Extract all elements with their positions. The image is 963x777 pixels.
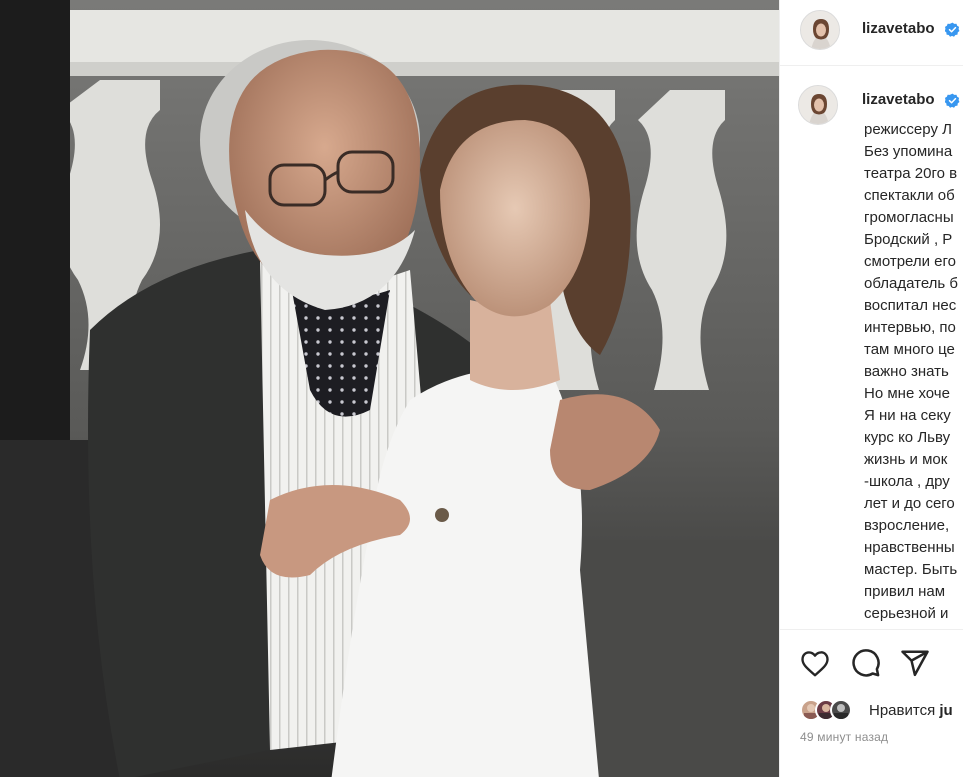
caption-line: лет и до сего (864, 495, 955, 512)
caption-line: Но мне хоче (864, 385, 950, 402)
caption-line: нравственны (864, 539, 955, 556)
caption-line: воспитал нес (864, 297, 957, 314)
caption-username[interactable]: lizavetabo (862, 91, 935, 108)
post-header: lizavetabo (780, 0, 963, 66)
liker-name[interactable]: ju (939, 702, 952, 719)
post-photo[interactable] (0, 0, 779, 777)
avatar-image (799, 86, 837, 124)
caption-line: Я ни на секу (864, 407, 951, 424)
caption-line: привил нам (864, 583, 946, 600)
caption-line: там много це (864, 341, 955, 358)
post-timestamp[interactable]: 49 минут назад (800, 730, 888, 744)
caption-line: серьезной и (864, 605, 949, 622)
caption-line: -школа , дру (864, 473, 950, 490)
caption-line: театра 20го в (864, 165, 958, 182)
caption-line: важно знать (864, 363, 949, 380)
verified-badge-icon (945, 93, 960, 108)
likes-text: Нравится ju (869, 702, 953, 719)
caption-line: взросление, (864, 517, 950, 534)
avatar-image (801, 11, 839, 49)
caption-avatar[interactable] (798, 85, 838, 125)
avatar[interactable] (800, 10, 840, 50)
post-actions: Нравится ju 49 минут назад (780, 629, 963, 777)
caption-line: Бродский , Р (864, 231, 953, 248)
heart-icon[interactable] (800, 648, 830, 678)
caption-line: спектакли об (864, 187, 955, 204)
post-side-panel: lizavetabo lizavetabo режиссеру Л Без уп… (779, 0, 963, 777)
comment-bubble-icon[interactable] (851, 648, 881, 678)
caption-line: обладатель б (864, 275, 958, 292)
caption-text: режиссеру Л Без упомина театра 20го в сп… (864, 119, 963, 625)
header-username[interactable]: lizavetabo (862, 20, 935, 37)
liker-avatar[interactable] (830, 699, 852, 721)
paper-plane-icon[interactable] (900, 648, 930, 678)
likes-row: Нравится ju (800, 696, 963, 722)
caption-line: Без упомина (864, 143, 953, 160)
caption-line: жизнь и мок (864, 451, 948, 468)
caption-line: интервью, по (864, 319, 956, 336)
caption-line: смотрели его (864, 253, 957, 270)
caption-line: громогласны (864, 209, 954, 226)
likes-prefix: Нравится (869, 702, 940, 719)
caption-line: курс ко Льву (864, 429, 951, 446)
caption-area: lizavetabo режиссеру Л Без упомина театр… (780, 67, 963, 629)
verified-badge-icon (945, 22, 960, 37)
caption-line: мастер. Быть (864, 561, 958, 578)
caption-line: режиссеру Л (864, 121, 952, 138)
